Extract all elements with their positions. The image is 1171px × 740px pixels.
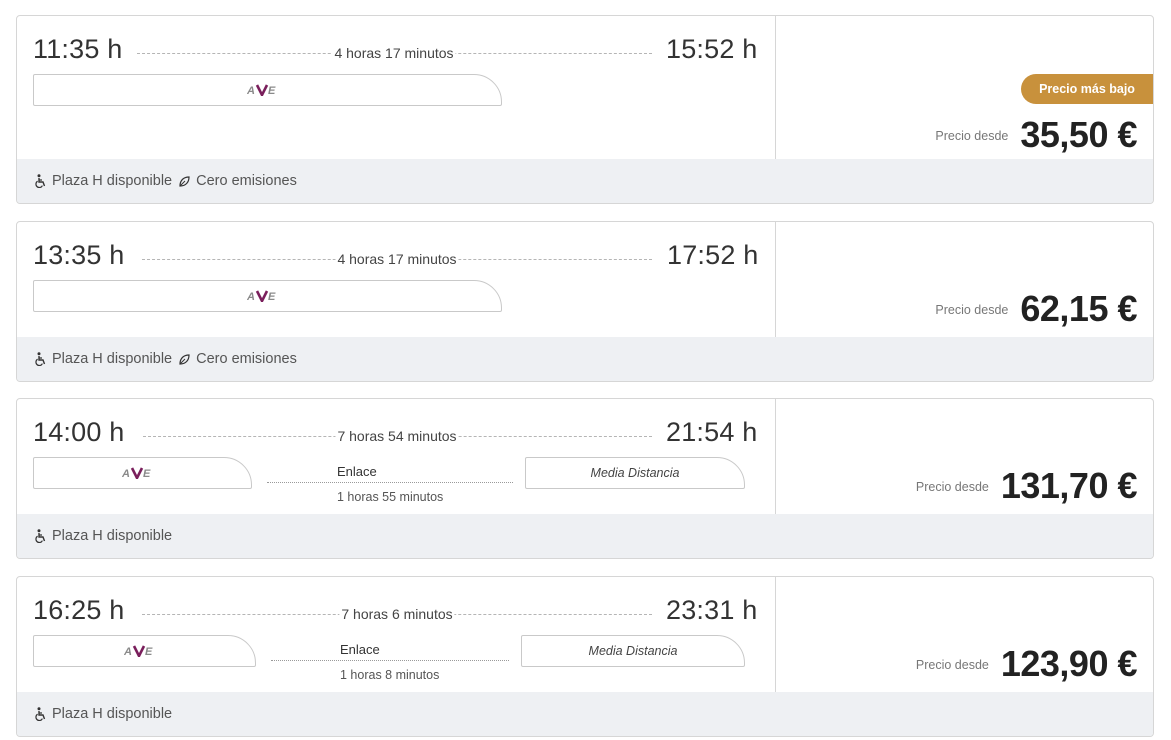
price-row: Precio desde 123,90 € xyxy=(915,643,1138,685)
connection-label: Enlace xyxy=(340,642,380,657)
price-row: Precio desde 62,15 € xyxy=(935,288,1137,330)
ave-logo: A E xyxy=(122,467,151,479)
price-panel: Precio desde 131,70 € xyxy=(775,399,1153,514)
departure-time: 16:25 h xyxy=(33,595,125,625)
svg-text:E: E xyxy=(268,85,276,96)
price-value[interactable]: 62,15 € xyxy=(1020,288,1137,330)
journey-duration: 7 horas 6 minutos xyxy=(339,606,455,622)
arrival-time: 17:52 h xyxy=(667,240,759,270)
price-panel: Precio más bajo Precio desde 35,50 € xyxy=(775,16,1153,159)
price-panel: Precio desde 62,15 € xyxy=(775,222,1153,337)
ave-logo: A E xyxy=(124,645,153,657)
price-row: Precio desde 35,50 € xyxy=(935,114,1137,156)
train-segment-ave: A E xyxy=(33,635,256,667)
wheelchair-icon xyxy=(35,529,46,543)
feature-label: Cero emisiones xyxy=(196,351,297,367)
train-result-card[interactable]: 13:35 h 4 horas 17 minutos 17:52 h A E P… xyxy=(16,221,1154,382)
connection-line xyxy=(271,660,509,661)
features-bar: Plaza H disponible xyxy=(17,514,1153,558)
lowest-price-badge: Precio más bajo xyxy=(1021,74,1153,104)
feature-label: Plaza H disponible xyxy=(52,351,173,367)
feature-accessible-seat: Plaza H disponible xyxy=(35,528,172,544)
svg-text:A: A xyxy=(247,85,255,96)
feature-label: Plaza H disponible xyxy=(52,706,173,722)
ave-logo: A E xyxy=(247,84,276,96)
features-bar: Plaza H disponible Cero emisiones xyxy=(17,159,1153,203)
price-from-label: Precio desde xyxy=(915,480,989,494)
feature-label: Plaza H disponible xyxy=(52,528,173,544)
connection-line xyxy=(267,482,513,483)
arrival-time: 23:31 h xyxy=(666,595,758,625)
connection-label: Enlace xyxy=(337,464,377,479)
features-bar: Plaza H disponible xyxy=(17,692,1153,736)
svg-text:E: E xyxy=(145,646,153,657)
wheelchair-icon xyxy=(35,352,46,366)
train-result-card[interactable]: 16:25 h 7 horas 6 minutos 23:31 h A E En… xyxy=(16,576,1154,737)
price-value[interactable]: 131,70 € xyxy=(1001,465,1138,507)
journey-duration: 7 horas 54 minutos xyxy=(335,428,459,444)
price-from-label: Precio desde xyxy=(915,658,989,672)
price-from-label: Precio desde xyxy=(935,129,1009,143)
feature-zero-emissions: Cero emisiones xyxy=(178,173,297,189)
train-brand-label: Media Distancia xyxy=(590,466,680,480)
svg-text:A: A xyxy=(124,646,132,657)
arrival-time: 15:52 h xyxy=(666,34,758,64)
price-row: Precio desde 131,70 € xyxy=(915,465,1138,507)
train-result-card[interactable]: 14:00 h 7 horas 54 minutos 21:54 h A E E… xyxy=(16,398,1154,559)
price-panel: Precio desde 123,90 € xyxy=(775,577,1153,692)
leaf-icon xyxy=(179,353,190,365)
connection-duration: 1 horas 8 minutos xyxy=(340,668,440,682)
svg-text:E: E xyxy=(143,468,151,479)
ave-logo: A E xyxy=(247,290,276,302)
train-segment-media-distancia: Media Distancia xyxy=(525,457,745,489)
price-from-label: Precio desde xyxy=(935,303,1009,317)
feature-label: Plaza H disponible xyxy=(52,173,173,189)
connection-duration: 1 horas 55 minutos xyxy=(337,490,444,504)
feature-zero-emissions: Cero emisiones xyxy=(178,351,297,367)
train-segment-media-distancia: Media Distancia xyxy=(521,635,745,667)
arrival-time: 21:54 h xyxy=(666,417,758,447)
price-value[interactable]: 35,50 € xyxy=(1020,114,1137,156)
train-brand-label: Media Distancia xyxy=(588,644,678,658)
wheelchair-icon xyxy=(35,174,46,188)
train-segment-ave: A E xyxy=(33,457,252,489)
departure-time: 14:00 h xyxy=(33,417,125,447)
features-bar: Plaza H disponible Cero emisiones xyxy=(17,337,1153,381)
departure-time: 13:35 h xyxy=(33,240,125,270)
leaf-icon xyxy=(179,175,190,187)
journey-duration: 4 horas 17 minutos xyxy=(332,45,456,61)
train-result-card[interactable]: 11:35 h 4 horas 17 minutos 15:52 h A E P… xyxy=(16,15,1154,204)
svg-text:A: A xyxy=(247,291,255,302)
train-segment-ave: A E xyxy=(33,74,502,106)
feature-accessible-seat: Plaza H disponible xyxy=(35,351,172,367)
svg-text:E: E xyxy=(268,291,276,302)
departure-time: 11:35 h xyxy=(33,34,123,64)
journey-duration: 4 horas 17 minutos xyxy=(335,251,459,267)
train-segment-ave: A E xyxy=(33,280,502,312)
svg-text:A: A xyxy=(122,468,130,479)
feature-label: Cero emisiones xyxy=(196,173,297,189)
feature-accessible-seat: Plaza H disponible xyxy=(35,173,172,189)
price-value[interactable]: 123,90 € xyxy=(1001,643,1138,685)
wheelchair-icon xyxy=(35,707,46,721)
feature-accessible-seat: Plaza H disponible xyxy=(35,706,172,722)
